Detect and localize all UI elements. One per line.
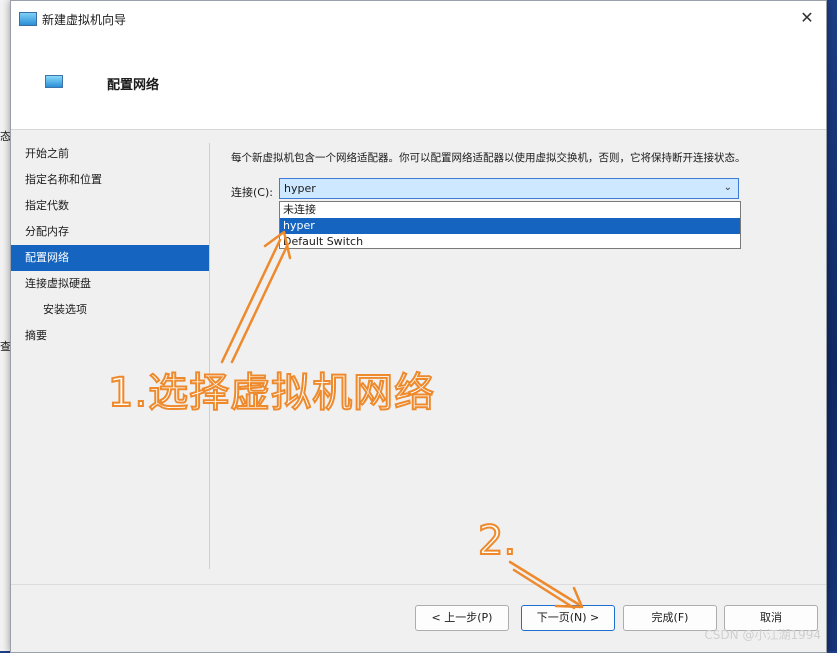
close-icon: ✕ [800,8,814,27]
connection-label: 连接(C): [231,186,273,199]
annotation-step-2: 2. [477,517,517,565]
nav-item-summary[interactable]: 摘要 [11,323,209,349]
nav-item-before-you-begin[interactable]: 开始之前 [11,141,209,167]
page-title: 配置网络 [107,78,160,93]
nav-item-install-options[interactable]: 安装选项 [11,297,209,323]
footer-divider [11,584,826,585]
network-description: 每个新虚拟机包含一个网络适配器。你可以配置网络适配器以使用虚拟交换机，否则，它将… [231,152,746,164]
csdn-watermark: CSDN @小江湖1994 [704,628,821,642]
wizard-header: 配置网络 [11,35,826,130]
finish-button[interactable]: 完成(F) [623,605,717,631]
connection-selected-value: hyper [284,182,316,195]
nav-item-generation[interactable]: 指定代数 [11,193,209,219]
previous-button[interactable]: < 上一步(P) [415,605,509,631]
close-button[interactable]: ✕ [796,7,818,29]
nav-item-name-location[interactable]: 指定名称和位置 [11,167,209,193]
nav-item-networking[interactable]: 配置网络 [11,245,209,271]
title-bar[interactable]: 新建虚拟机向导 ✕ [11,1,826,35]
next-button[interactable]: 下一页(N) > [521,605,615,631]
option-default-switch[interactable]: Default Switch [280,234,740,250]
window-title: 新建虚拟机向导 [42,13,127,27]
connection-select[interactable]: hyper ⌄ [279,178,739,199]
nav-item-virtual-disk[interactable]: 连接虚拟硬盘 [11,271,209,297]
annotation-step-1: 1.选择虚拟机网络 [107,369,436,417]
hyperv-app-icon [19,12,37,26]
nav-divider [209,143,210,569]
option-not-connected[interactable]: 未连接 [280,202,740,218]
wizard-steps-nav: 开始之前 指定名称和位置 指定代数 分配内存 配置网络 连接虚拟硬盘 安装选项 … [11,141,209,349]
chevron-down-icon: ⌄ [723,182,732,193]
nav-item-memory[interactable]: 分配内存 [11,219,209,245]
new-vm-wizard-window: 新建虚拟机向导 ✕ 配置网络 开始之前 指定名称和位置 指定代数 分配内存 配置… [10,0,827,653]
connection-dropdown-list: 未连接 hyper Default Switch [279,201,741,249]
option-hyper[interactable]: hyper [280,218,740,234]
network-monitor-icon [45,75,63,88]
